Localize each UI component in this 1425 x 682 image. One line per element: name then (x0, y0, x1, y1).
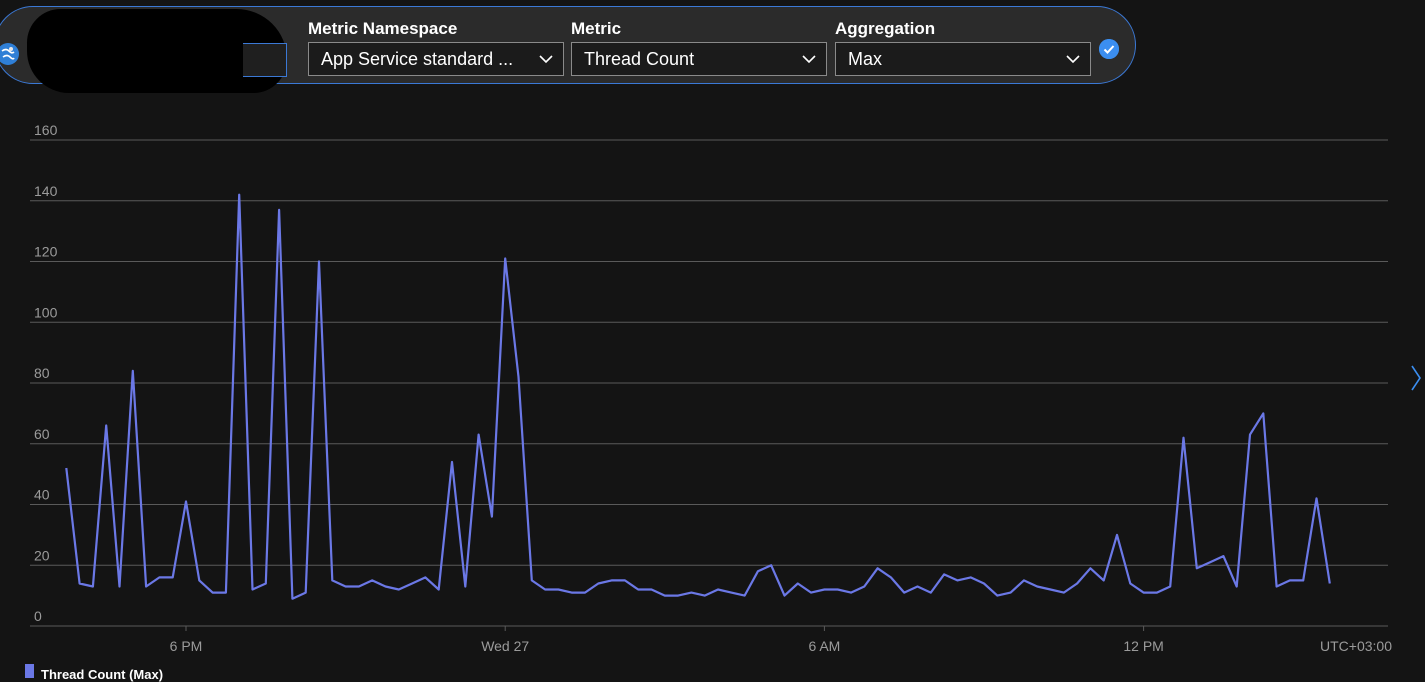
aggregation-label: Aggregation (835, 19, 936, 38)
namespace-value: App Service standard ... (321, 48, 514, 69)
y-axis-ticks: 0 20 40 60 80 100 120 140 160 (34, 122, 58, 624)
metric-picker-bar: Metric Namespace App Service standard ..… (0, 6, 1136, 93)
resource-scope-field[interactable] (243, 43, 287, 77)
x-tick-label: 6 PM (170, 638, 203, 654)
chevron-down-icon (539, 55, 553, 64)
y-tick-label: 80 (34, 365, 50, 381)
aggregation-field: Aggregation Max (835, 19, 1091, 76)
aggregation-value: Max (848, 48, 883, 69)
y-tick-label: 40 (34, 487, 50, 503)
aggregation-select[interactable]: Max (835, 42, 1091, 76)
y-tick-label: 60 (34, 426, 50, 442)
metric-select[interactable]: Thread Count (571, 42, 827, 76)
namespace-field: Metric Namespace App Service standard ..… (308, 19, 564, 76)
namespace-select[interactable]: App Service standard ... (308, 42, 564, 76)
chevron-down-icon (1066, 55, 1080, 64)
x-tick-label: Wed 27 (481, 638, 529, 654)
x-tick-label: 12 PM (1123, 638, 1163, 654)
chevron-right-icon[interactable] (1410, 364, 1422, 392)
metric-label: Metric (571, 19, 622, 38)
y-tick-label: 100 (34, 304, 58, 320)
checkmark-circle-icon[interactable] (1099, 39, 1119, 59)
x-tick-label: 6 AM (808, 638, 840, 654)
namespace-label: Metric Namespace (308, 19, 458, 38)
y-tick-label: 20 (34, 547, 50, 563)
y-tick-label: 160 (34, 122, 58, 138)
y-tick-label: 140 (34, 183, 58, 199)
legend-swatch (25, 664, 34, 678)
thread-count-chart: 0 20 40 60 80 100 120 140 160 6 PM Wed 27 6 AM 12 P… (30, 122, 1392, 654)
y-tick-label: 120 (34, 244, 58, 260)
app-service-globe-icon (0, 43, 19, 65)
metric-field: Metric Thread Count (571, 19, 827, 76)
chevron-down-icon (802, 55, 816, 64)
series-line-thread-count (65, 193, 1331, 600)
y-tick-label: 0 (34, 608, 42, 624)
timezone-label: UTC+03:00 (1320, 638, 1392, 654)
metric-value: Thread Count (584, 48, 695, 69)
x-axis-ticks: 6 PM Wed 27 6 AM 12 PM (170, 626, 1164, 654)
